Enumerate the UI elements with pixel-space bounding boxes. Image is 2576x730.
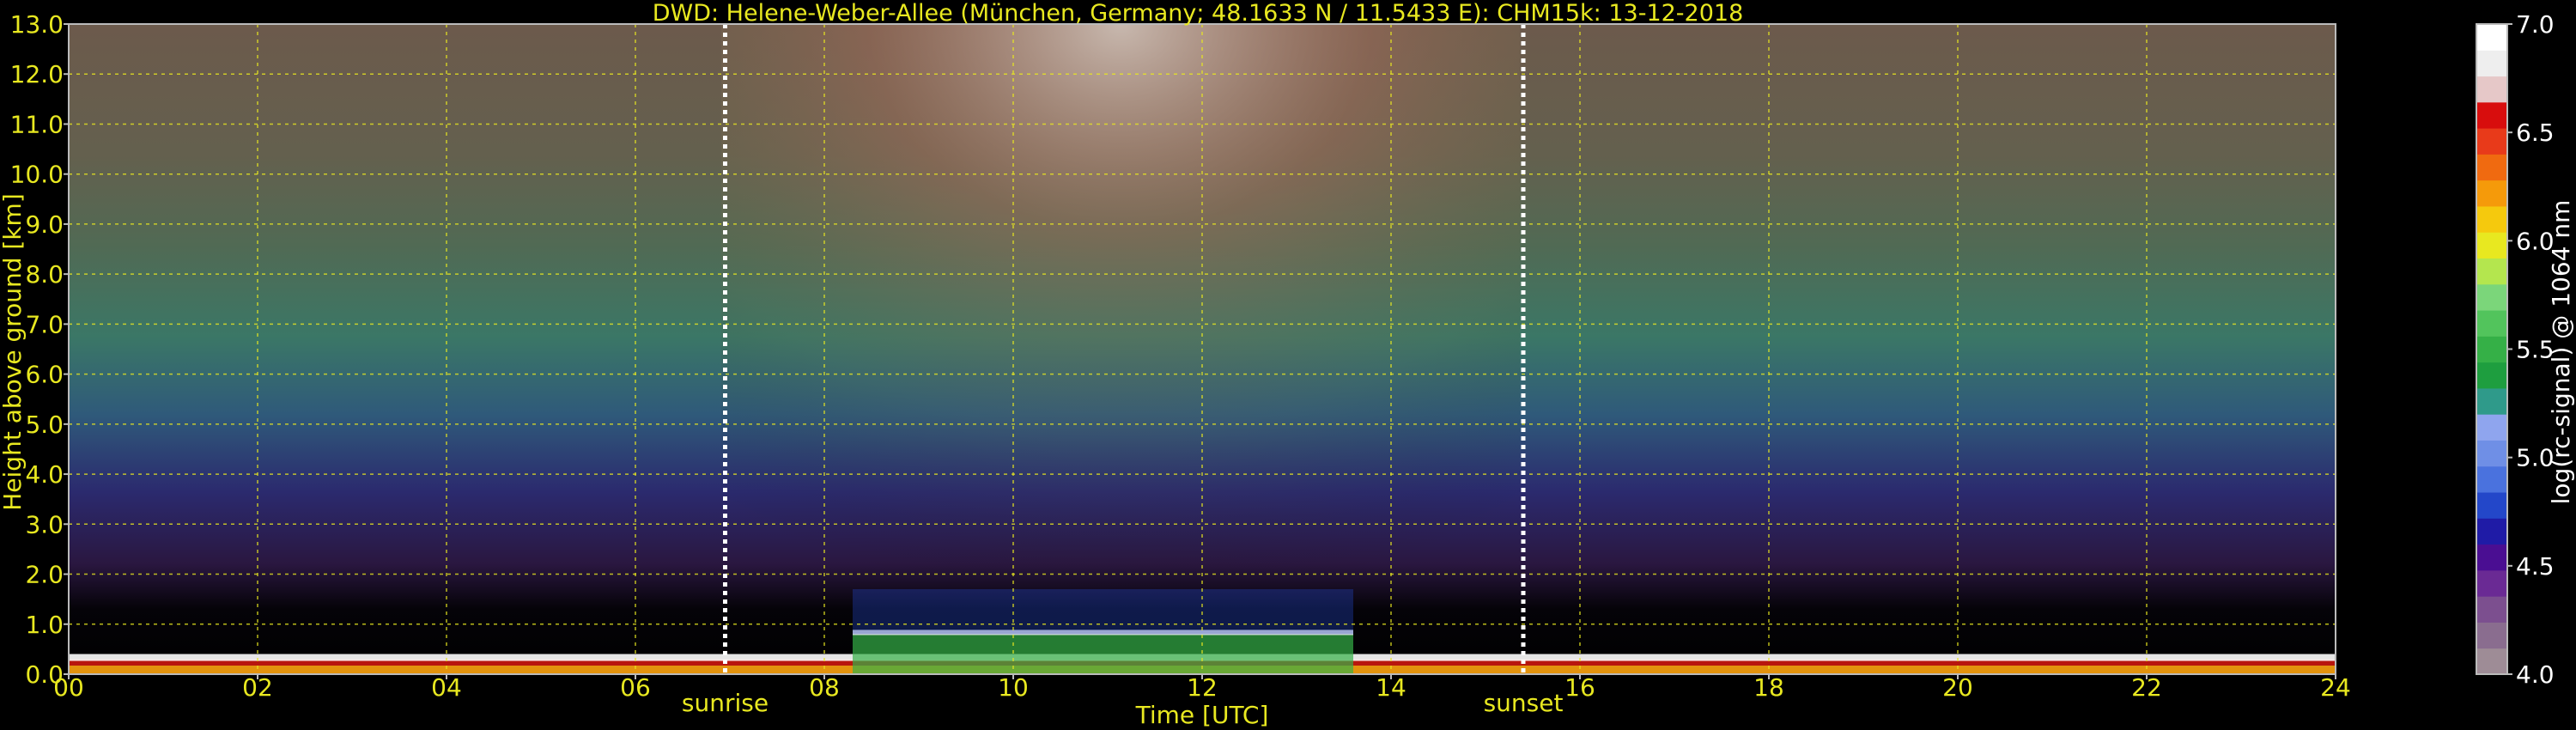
- colorbar-cell: [2476, 544, 2507, 571]
- sunset-label: sunset: [1484, 689, 1564, 717]
- y-tick-label: 9.0: [25, 210, 64, 239]
- y-tick-label: 12.0: [10, 60, 64, 88]
- y-tick-label: 7.0: [25, 310, 64, 338]
- x-axis-label: Time [UTC]: [1135, 701, 1269, 729]
- colorbar-tick-label: 7.0: [2516, 10, 2555, 39]
- colorbar-cell: [2476, 50, 2507, 77]
- y-tick-label: 13.0: [10, 10, 64, 39]
- colorbar-tick-label: 4.5: [2516, 552, 2555, 581]
- colorbar-cell: [2476, 310, 2507, 337]
- colorbar-cells: [2476, 24, 2507, 675]
- y-tick-label: 5.0: [25, 411, 64, 439]
- x-axis-ticks: 00 02 04 06 08 10 12 14 16 18 20 22 24: [53, 673, 2351, 702]
- colorbar-cell: [2476, 414, 2507, 441]
- colorbar-cell: [2476, 283, 2507, 311]
- colorbar-label: log(rc-signal) @ 1064 nm: [2547, 200, 2575, 505]
- colorbar-cell: [2476, 128, 2507, 155]
- colorbar-cell: [2476, 596, 2507, 623]
- x-tick-label: 02: [242, 673, 273, 702]
- x-tick-label: 12: [1187, 673, 1218, 702]
- colorbar-cell: [2476, 76, 2507, 103]
- y-tick-label: 0.0: [25, 660, 64, 689]
- colorbar-cell: [2476, 179, 2507, 207]
- x-tick-label: 04: [431, 673, 462, 702]
- daytime-glow: [721, 24, 1520, 674]
- x-tick-label: 14: [1376, 673, 1406, 702]
- colorbar-cell: [2476, 440, 2507, 467]
- x-tick-label: 06: [620, 673, 651, 702]
- y-tick-label: 8.0: [25, 260, 64, 289]
- colorbar-cell: [2476, 492, 2507, 519]
- x-tick-label: 20: [1942, 673, 1973, 702]
- colorbar-cell: [2476, 569, 2507, 597]
- x-tick-label: 18: [1753, 673, 1784, 702]
- colorbar-cell: [2476, 258, 2507, 285]
- colorbar-tick-label: 4.0: [2516, 660, 2555, 689]
- colorbar-cell: [2476, 336, 2507, 363]
- x-tick-label: 10: [998, 673, 1029, 702]
- colorbar-cell: [2476, 205, 2507, 233]
- y-axis-label: Height above ground [km]: [0, 193, 27, 511]
- x-tick-label: 22: [2131, 673, 2162, 702]
- colorbar-tick-label: 6.5: [2516, 119, 2555, 147]
- x-tick-label: 16: [1564, 673, 1595, 702]
- y-tick-label: 1.0: [25, 611, 64, 639]
- y-tick-label: 2.0: [25, 561, 64, 589]
- colorbar-cell: [2476, 518, 2507, 545]
- colorbar-cell: [2476, 465, 2507, 493]
- x-tick-label: 08: [809, 673, 840, 702]
- colorbar: 4.04.55.05.56.06.57.0 log(rc-signal) @ 1…: [2476, 10, 2575, 689]
- colorbar-cell: [2476, 24, 2507, 51]
- plot-area: sunrise sunset: [68, 23, 2336, 717]
- colorbar-cell: [2476, 648, 2507, 675]
- colorbar-cell: [2476, 232, 2507, 259]
- y-tick-label: 11.0: [10, 110, 64, 138]
- y-tick-label: 3.0: [25, 510, 64, 538]
- colorbar-cell: [2476, 101, 2507, 129]
- colorbar-cell: [2476, 154, 2507, 181]
- colorbar-cell: [2476, 622, 2507, 649]
- colorbar-cell: [2476, 387, 2507, 415]
- y-tick-label: 10.0: [10, 161, 64, 189]
- x-tick-label: 24: [2320, 673, 2351, 702]
- ceilometer-chart: sunrise sunset 00 02 04 06 08 10 12 14 16 18 20 22 24…: [0, 0, 2575, 729]
- boundary-layer: [853, 634, 1353, 674]
- colorbar-cell: [2476, 362, 2507, 389]
- sunrise-label: sunrise: [682, 689, 769, 717]
- aerosol-haze: [853, 589, 1353, 635]
- y-tick-label: 6.0: [25, 361, 64, 389]
- chart-title: DWD: Helene-Weber-Allee (München, German…: [653, 0, 1744, 27]
- y-tick-label: 4.0: [25, 460, 64, 489]
